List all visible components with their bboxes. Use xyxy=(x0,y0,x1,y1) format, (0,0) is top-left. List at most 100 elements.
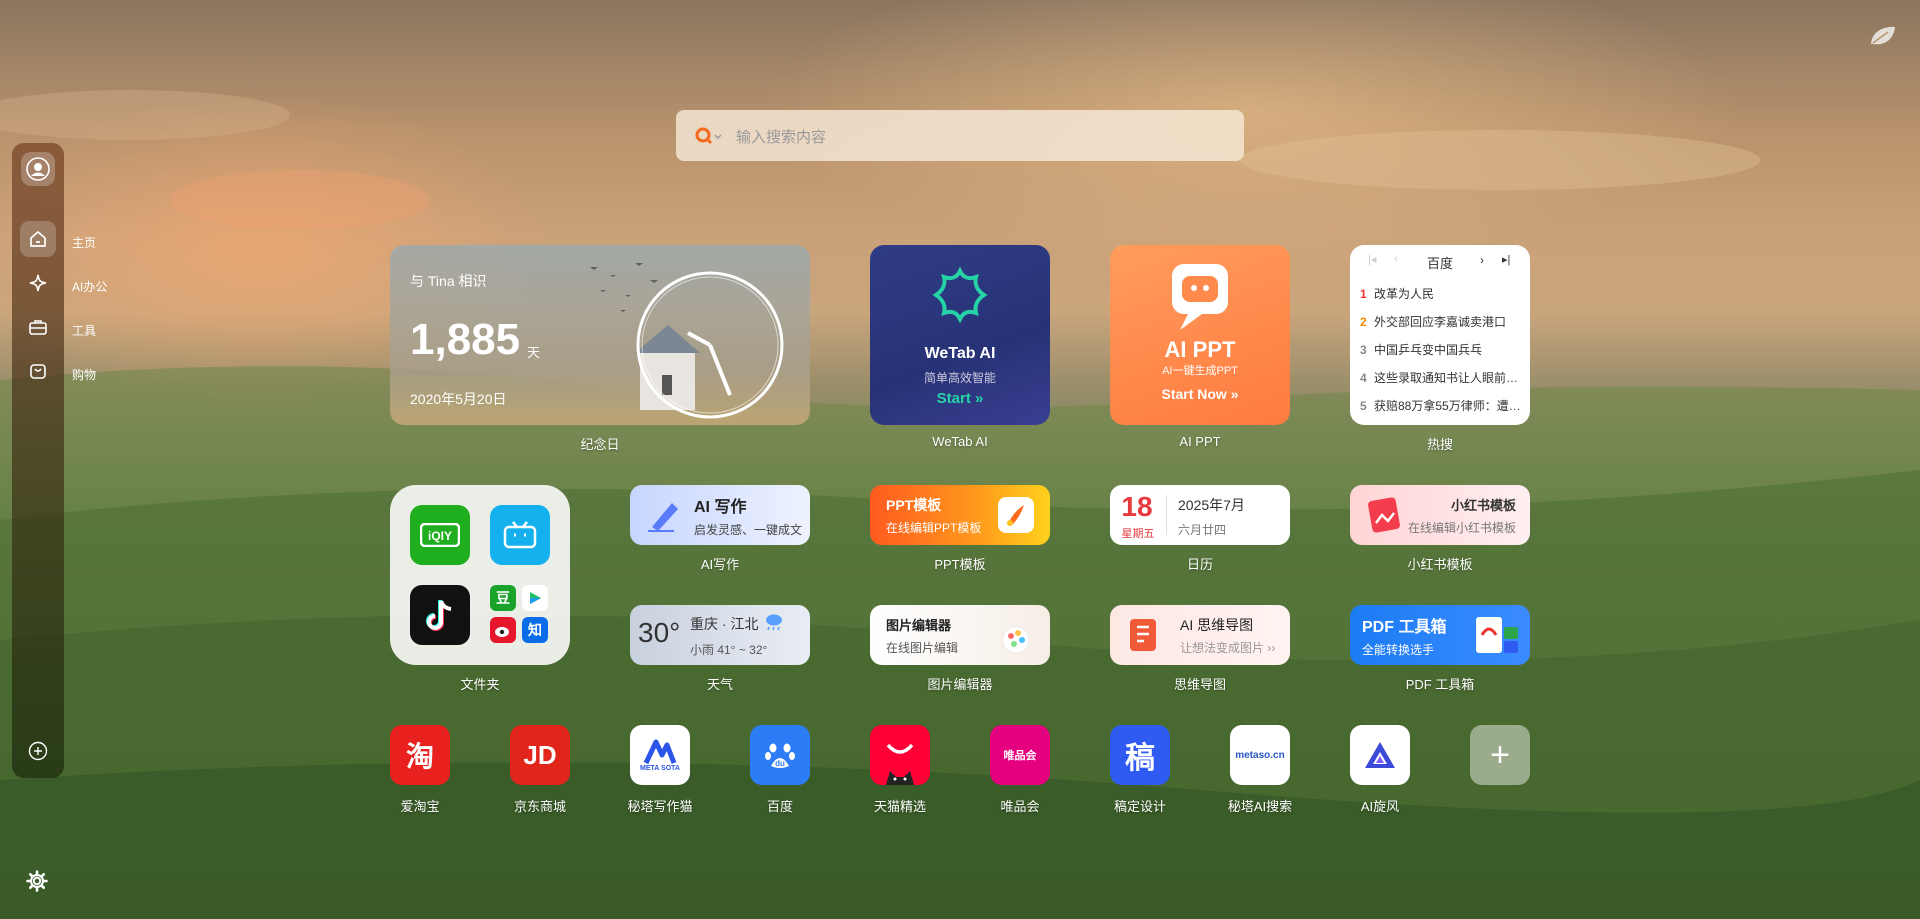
list-item[interactable]: 2 外交部回应李嘉诚卖港口 xyxy=(1360,313,1525,341)
search-engine-selector[interactable] xyxy=(695,127,722,147)
ppt-template-label: PPT模板 xyxy=(934,557,986,572)
image-editor-label: 图片编辑器 xyxy=(927,677,993,692)
anniversary-days: 1,885 xyxy=(410,315,521,364)
sidebar-item-shopping[interactable] xyxy=(20,353,56,389)
wetab-subtitle: 简单高效智能 xyxy=(923,371,996,385)
zhihu-icon[interactable]: 知 xyxy=(522,617,548,643)
image-editor-title: 图片编辑器 xyxy=(886,618,952,633)
ai-writing-title: AI 写作 xyxy=(694,499,747,516)
app-label[interactable]: 百度 xyxy=(730,796,830,815)
svg-text:du: du xyxy=(775,759,785,768)
user-avatar[interactable] xyxy=(21,152,55,186)
sidebar-item-label[interactable]: AI办公 xyxy=(72,278,107,295)
mindmap-widget[interactable]: AI 思维导图 让想法变成图片 ›› xyxy=(1110,605,1290,665)
hot-search-widget[interactable]: |◂ ‹ 百度 › ▸| 1 改革为人民 2 外交部回应李嘉诚卖港口 3 中国乒乓变中… xyxy=(1350,245,1530,425)
list-item[interactable]: 1 改革为人民 xyxy=(1360,285,1525,313)
app-label[interactable]: 爱淘宝 xyxy=(370,796,470,815)
search-engine-icon xyxy=(695,127,722,145)
anniversary-unit: 天 xyxy=(527,345,541,360)
ai-writing-label: AI写作 xyxy=(700,557,740,572)
app-label[interactable]: 秘塔写作猫 xyxy=(610,796,710,815)
sidebar-item-label[interactable]: 购物 xyxy=(72,366,96,383)
plus-circle-icon xyxy=(28,741,48,761)
bilibili-icon[interactable] xyxy=(490,505,550,565)
sidebar xyxy=(12,143,64,778)
list-item[interactable]: 3 中国乒乓变中国兵乓 xyxy=(1360,341,1525,369)
video-play-icon[interactable] xyxy=(522,585,548,611)
mindmap-doc-icon xyxy=(1130,619,1156,651)
xhs-template-subtitle: 在线编辑小红书模板 xyxy=(1407,521,1516,535)
add-category-button[interactable] xyxy=(28,741,48,761)
weather-temperature: 30° xyxy=(638,617,681,648)
metaso-search-app-icon[interactable]: metaso.cn xyxy=(1230,725,1290,785)
douban-icon[interactable]: 豆 xyxy=(490,585,516,611)
xhs-template-widget[interactable]: 小红书模板 在线编辑小红书模板 xyxy=(1350,485,1530,545)
pdf-toolbox-subtitle: 全能转换选手 xyxy=(1362,643,1435,657)
sidebar-item-label[interactable]: 工具 xyxy=(72,322,96,339)
gaoding-app-icon[interactable]: 稿 xyxy=(1110,725,1170,785)
jd-app-icon[interactable]: JD xyxy=(510,725,570,785)
ai-ppt-widget[interactable]: AI PPT AI一键生成PPT Start Now » xyxy=(1110,245,1290,425)
ppt-template-widget[interactable]: PPT模板 在线编辑PPT模板 xyxy=(870,485,1050,545)
mindmap-label: 思维导图 xyxy=(1173,677,1226,692)
image-editor-widget[interactable]: 图片编辑器 在线图片编辑 xyxy=(870,605,1050,665)
user-icon xyxy=(26,157,50,181)
gear-icon xyxy=(26,870,48,892)
home-icon xyxy=(30,231,46,247)
wetab-ai-widget[interactable]: WeTab AI 简单高效智能 Start » xyxy=(870,245,1050,425)
app-label[interactable]: 秘塔AI搜索 xyxy=(1210,796,1310,815)
anniversary-widget[interactable]: 与 Tina 相识 1,885 天 2020年5月20日 xyxy=(390,245,810,425)
calendar-widget[interactable]: 18 星期五 2025年7月 六月廿四 xyxy=(1110,485,1290,545)
list-item[interactable]: 4 这些录取通知书让人眼前一亮 xyxy=(1360,369,1525,397)
app-label[interactable]: AI旋风 xyxy=(1330,796,1430,815)
app-label[interactable]: 天猫精选 xyxy=(850,796,950,815)
ai-xuanfeng-app-icon[interactable] xyxy=(1350,725,1410,785)
last-page-icon[interactable]: ▸| xyxy=(1502,253,1510,266)
leaf-icon[interactable] xyxy=(1868,24,1898,48)
sidebar-item-tools[interactable] xyxy=(20,309,56,345)
metasota-writing-app-icon[interactable]: META SOTA xyxy=(630,725,690,785)
anniversary-title: 与 Tina 相识 xyxy=(410,273,487,289)
xhs-template-title: 小红书模板 xyxy=(1450,498,1516,513)
sidebar-item-home[interactable] xyxy=(20,221,56,257)
baidu-app-icon[interactable]: du xyxy=(750,725,810,785)
tmall-cat-icon xyxy=(886,743,914,785)
weather-widget[interactable]: 30° 重庆 · 江北 小雨 41° ~ 32° xyxy=(630,605,810,665)
add-app-button[interactable]: + xyxy=(1470,725,1530,785)
iqiyi-icon[interactable]: iQIY xyxy=(410,505,470,565)
wetab-start-button[interactable]: Start » xyxy=(870,390,1050,407)
list-item[interactable]: 5 获赔88万拿55万律师：遭网暴 xyxy=(1360,397,1525,425)
search-input[interactable] xyxy=(734,122,1218,152)
app-folder[interactable]: iQIY 豆 知 xyxy=(390,485,570,665)
vipshop-app-icon[interactable]: 唯品会 xyxy=(990,725,1050,785)
mindmap-subtitle: 让想法变成图片 ›› xyxy=(1180,641,1276,655)
calendar-label: 日历 xyxy=(1186,557,1213,572)
ai-writing-widget[interactable]: AI 写作 启发灵感、一键成文 xyxy=(630,485,810,545)
wetab-title: WeTab AI xyxy=(924,345,996,362)
calendar-day: 18 xyxy=(1121,491,1153,522)
metasota-wordmark: META SOTA xyxy=(640,764,680,772)
taobao-app-icon[interactable]: 淘 xyxy=(390,725,450,785)
xuanfeng-logo-icon xyxy=(1365,742,1395,768)
next-page-icon[interactable]: › xyxy=(1480,253,1484,267)
sidebar-item-label[interactable]: 主页 xyxy=(72,234,96,251)
anniversary-label: 纪念日 xyxy=(580,437,620,452)
weibo-icon[interactable] xyxy=(490,617,516,643)
hot-search-header: |◂ ‹ 百度 › ▸| xyxy=(1350,253,1530,273)
settings-button[interactable] xyxy=(26,870,48,892)
pdf-toolbox-widget[interactable]: PDF 工具箱 全能转换选手 xyxy=(1350,605,1530,665)
app-label[interactable]: 京东商城 xyxy=(490,796,590,815)
sidebar-item-ai-office[interactable] xyxy=(20,265,56,301)
pen-icon xyxy=(648,503,678,532)
ai-ppt-label: AI PPT xyxy=(1179,434,1221,449)
anniversary-date: 2020年5月20日 xyxy=(410,391,507,407)
tmall-app-icon[interactable] xyxy=(870,725,930,785)
ai-ppt-title: AI PPT xyxy=(1164,337,1236,362)
svg-text:iQIY: iQIY xyxy=(428,529,452,543)
app-label[interactable]: 唯品会 xyxy=(970,796,1070,815)
ai-ppt-start-button[interactable]: Start Now » xyxy=(1110,386,1290,402)
app-label[interactable]: 稿定设计 xyxy=(1090,796,1190,815)
douyin-icon[interactable] xyxy=(410,585,470,645)
clock-illustration xyxy=(590,263,784,419)
pdf-toolbox-label: PDF 工具箱 xyxy=(1405,677,1475,692)
